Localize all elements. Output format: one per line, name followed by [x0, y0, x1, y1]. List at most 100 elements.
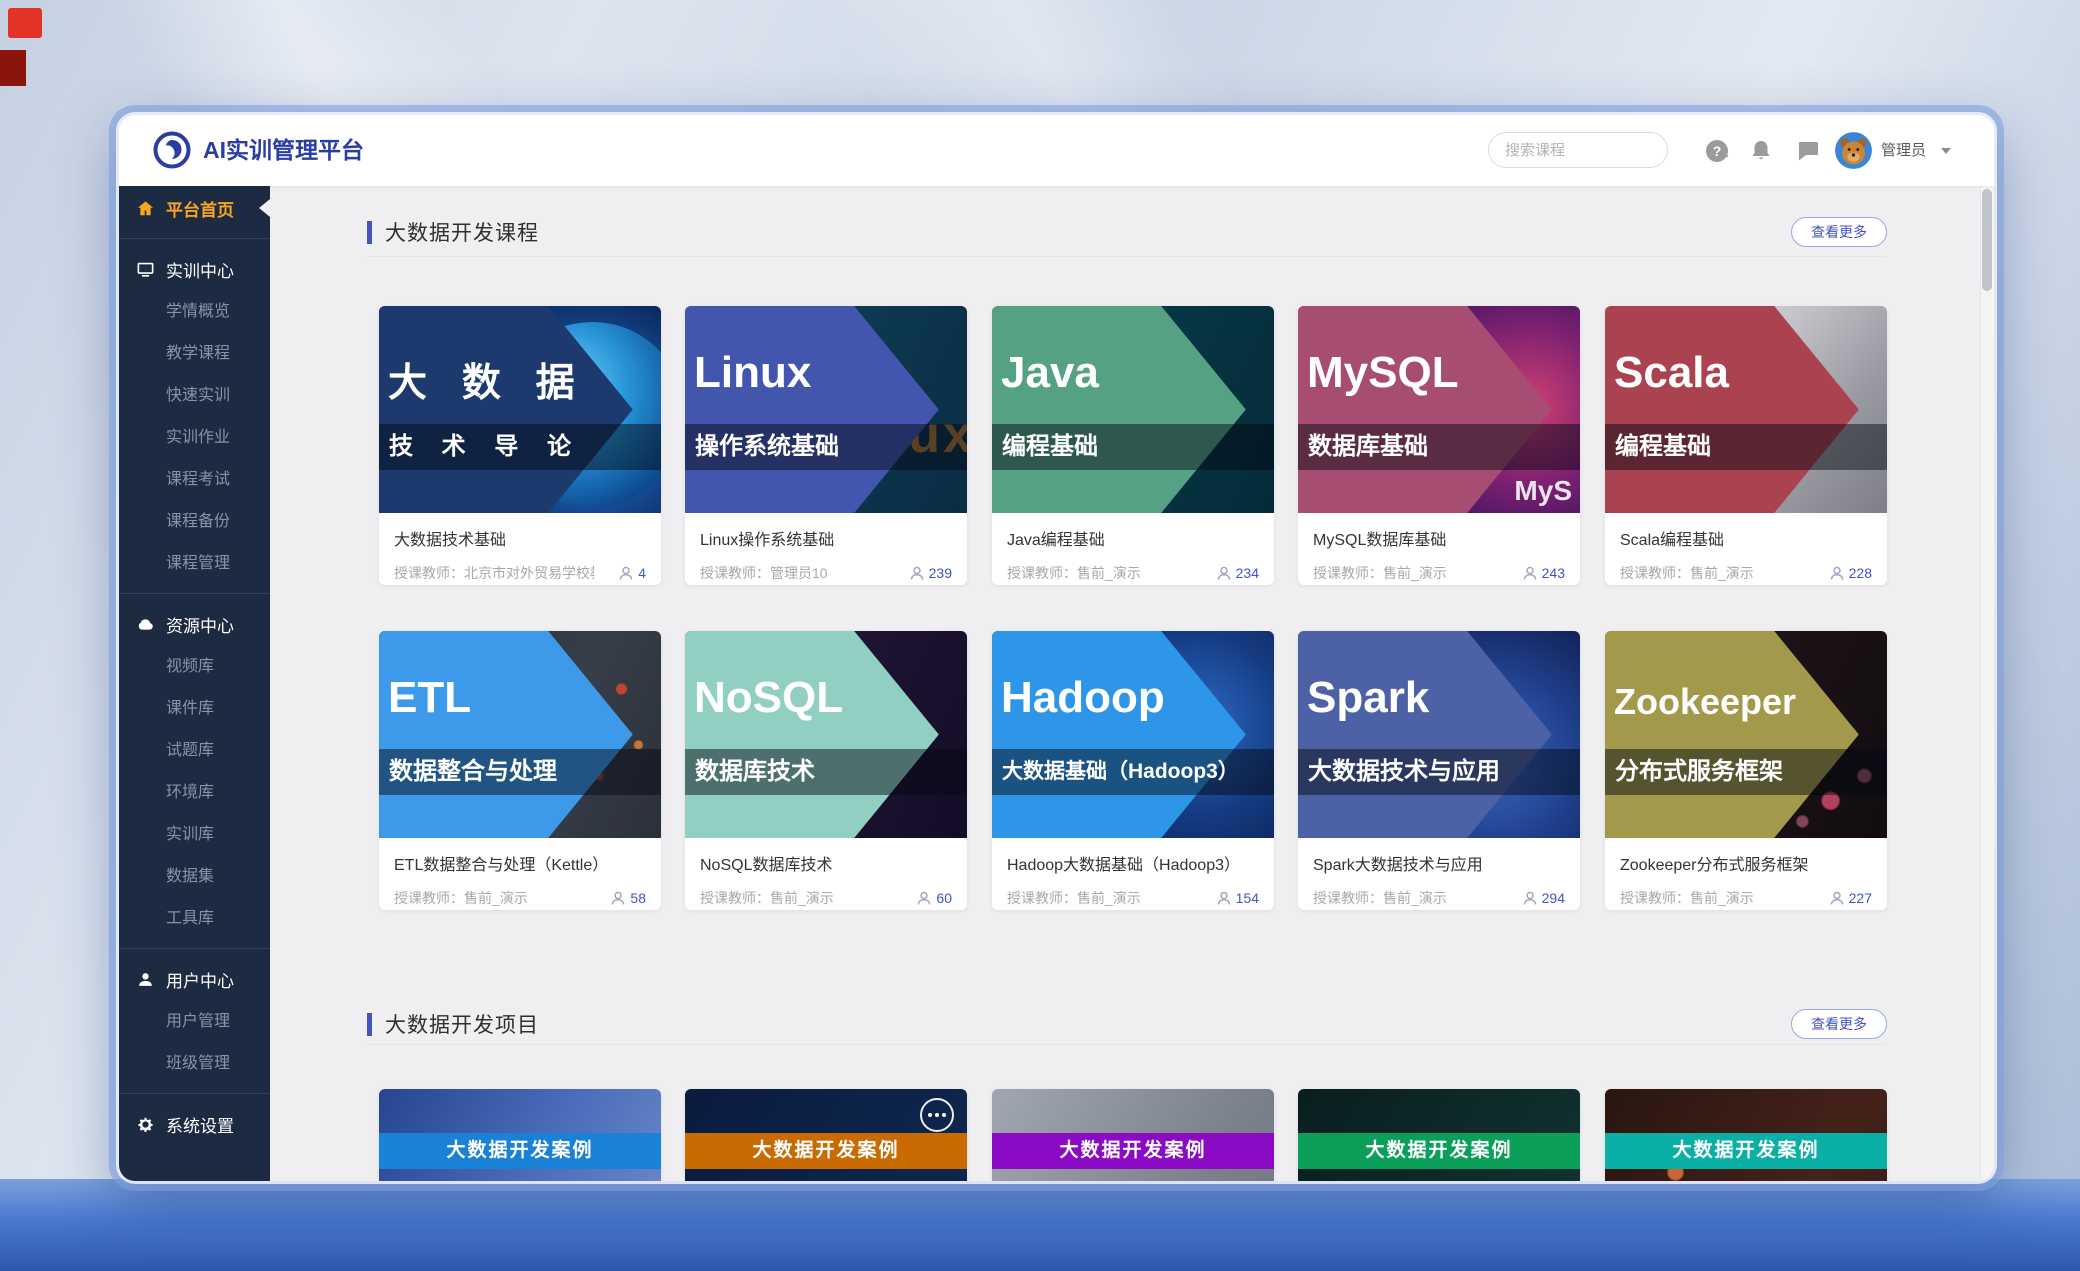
project-card[interactable]: 大数据开发案例: [685, 1089, 967, 1181]
card-title: Spark大数据技术与应用: [1313, 851, 1565, 875]
enrollment-count: 239: [909, 565, 952, 581]
person-icon: [909, 565, 925, 581]
sidebar-item-study-overview[interactable]: 学情概览: [119, 291, 270, 333]
view-more-button[interactable]: 查看更多: [1791, 1009, 1887, 1039]
teacher-label: 授课教师：售前_演示: [1007, 563, 1141, 583]
card-image: 大数据开发案例: [1605, 1089, 1887, 1181]
desktop-wallpaper: AI实训管理平台 ?: [0, 0, 2080, 1271]
more-options-icon[interactable]: [920, 1098, 954, 1132]
notification-bell-icon[interactable]: [1748, 138, 1774, 164]
card-image: 大数据开发案例: [685, 1089, 967, 1181]
sidebar-item-tool-library[interactable]: 工具库: [119, 898, 270, 940]
teacher-label: 授课教师：售前_演示: [394, 888, 528, 908]
sidebar-item-course-exams[interactable]: 课程考试: [119, 459, 270, 501]
chevron-down-icon[interactable]: [1941, 148, 1951, 154]
card-image-subtitle: 数据库基础: [1298, 424, 1580, 470]
teacher-label: 授课教师：售前_演示: [1313, 563, 1447, 583]
sidebar-item-video-library[interactable]: 视频库: [119, 646, 270, 688]
card-image: 大数据技术与应用 Spark: [1298, 631, 1580, 838]
sidebar-item-training-library[interactable]: 实训库: [119, 814, 270, 856]
wallpaper-artifact: [8, 8, 42, 38]
sidebar-divider: [119, 1093, 270, 1094]
card-title: Java编程基础: [1007, 526, 1259, 550]
message-icon[interactable]: [1795, 138, 1821, 164]
view-more-button[interactable]: 查看更多: [1791, 217, 1887, 247]
card-title: 大数据技术基础: [394, 526, 646, 550]
card-image-subtitle: 技 术 导 论: [379, 424, 661, 470]
card-image-subtitle: 编程基础: [992, 424, 1274, 470]
person-icon: [916, 890, 932, 906]
sidebar-item-datasets[interactable]: 数据集: [119, 856, 270, 898]
sidebar-item-quick-training[interactable]: 快速实训: [119, 375, 270, 417]
sidebar-item-environment-library[interactable]: 环境库: [119, 772, 270, 814]
card-image-title: MySQL: [1307, 348, 1459, 398]
course-card[interactable]: 数据库技术 NoSQL NoSQL数据库技术 授课教师：售前_演示 60: [685, 631, 967, 910]
sidebar-group-label: 实训中心: [166, 257, 234, 282]
sidebar-item-course-management[interactable]: 课程管理: [119, 543, 270, 585]
course-card[interactable]: Linux 操作系统基础 Linux Linux操作系统基础 授课教师：管理员1…: [685, 306, 967, 585]
project-card[interactable]: 大数据开发案例: [992, 1089, 1274, 1181]
sidebar-item-class-management[interactable]: 班级管理: [119, 1043, 270, 1085]
section-accent-bar: [367, 221, 372, 244]
course-card[interactable]: 大数据基础（Hadoop3） Hadoop Hadoop大数据基础（Hadoop…: [992, 631, 1274, 910]
background-text: MyS: [1514, 475, 1572, 507]
scrollbar-track[interactable]: [1980, 186, 1994, 1181]
help-icon[interactable]: ?: [1704, 138, 1730, 164]
card-image: 数据库技术 NoSQL: [685, 631, 967, 838]
sidebar-group-user-center[interactable]: 用户中心: [119, 957, 270, 1001]
person-icon: [1522, 565, 1538, 581]
sidebar-item-user-management[interactable]: 用户管理: [119, 1001, 270, 1043]
card-image-subtitle: 分布式服务框架: [1605, 749, 1887, 795]
course-card[interactable]: 数据整合与处理 ETL ETL数据整合与处理（Kettle） 授课教师：售前_演…: [379, 631, 661, 910]
user-avatar[interactable]: [1835, 132, 1872, 169]
card-image: 编程基础 Java: [992, 306, 1274, 513]
course-card[interactable]: 编程基础 Java Java编程基础 授课教师：售前_演示 234: [992, 306, 1274, 585]
sidebar-item-question-library[interactable]: 试题库: [119, 730, 270, 772]
card-image: 大数据开发案例: [1298, 1089, 1580, 1181]
sidebar-item-label: 平台首页: [166, 196, 234, 221]
project-banner: 大数据开发案例: [1605, 1133, 1887, 1169]
card-title: Hadoop大数据基础（Hadoop3）: [1007, 851, 1259, 875]
sidebar-item-courseware-library[interactable]: 课件库: [119, 688, 270, 730]
person-icon: [618, 565, 634, 581]
project-card[interactable]: 大数据开发案例: [1298, 1089, 1580, 1181]
scrollbar-thumb[interactable]: [1982, 189, 1992, 291]
card-image-title: 大 数 据: [388, 352, 587, 408]
sidebar-item-training-homework[interactable]: 实训作业: [119, 417, 270, 459]
project-card[interactable]: 大数据开发案例: [379, 1089, 661, 1181]
course-card[interactable]: 编程基础 Scala Scala编程基础 授课教师：售前_演示 228: [1605, 306, 1887, 585]
course-card[interactable]: 技 术 导 论 大 数 据 大数据技术基础 授课教师：北京市对外贸易学校教...…: [379, 306, 661, 585]
sidebar-item-course-backup[interactable]: 课程备份: [119, 501, 270, 543]
project-banner: 大数据开发案例: [685, 1133, 967, 1169]
app-window: AI实训管理平台 ?: [119, 115, 1994, 1181]
section-title: 大数据开发项目: [385, 1009, 539, 1039]
card-image: 大数据开发案例: [992, 1089, 1274, 1181]
search-input[interactable]: [1489, 142, 1710, 159]
enrollment-count: 58: [610, 890, 646, 906]
enrollment-count: 4: [618, 565, 646, 581]
course-card[interactable]: MyS 数据库基础 MySQL MySQL数据库基础 授课教师：售前_演示 24…: [1298, 306, 1580, 585]
course-section-header: 大数据开发课程 查看更多: [367, 216, 1887, 248]
course-card[interactable]: 分布式服务框架 Zookeeper Zookeeper分布式服务框架 授课教师：…: [1605, 631, 1887, 910]
card-image-title: Zookeeper: [1614, 681, 1796, 723]
card-image-subtitle: 数据库技术: [685, 749, 967, 795]
project-section-header: 大数据开发项目 查看更多: [367, 1008, 1887, 1040]
sidebar-group-training-center[interactable]: 实训中心: [119, 247, 270, 291]
project-card[interactable]: 大数据开发案例: [1605, 1089, 1887, 1181]
sidebar-group-resource-center[interactable]: 资源中心: [119, 602, 270, 646]
user-name[interactable]: 管理员: [1881, 115, 1926, 186]
sidebar-group-label: 系统设置: [166, 1112, 234, 1137]
sidebar-group-label: 用户中心: [166, 967, 234, 992]
person-icon: [1216, 565, 1232, 581]
card-title: Scala编程基础: [1620, 526, 1872, 550]
card-image-subtitle: 数据整合与处理: [379, 749, 661, 795]
card-image-title: Hadoop: [1001, 673, 1165, 723]
wallpaper-artifact: [0, 50, 26, 86]
section-title: 大数据开发课程: [385, 217, 539, 247]
sidebar-item-teaching-courses[interactable]: 教学课程: [119, 333, 270, 375]
sidebar-item-home[interactable]: 平台首页: [119, 186, 270, 230]
course-card[interactable]: 大数据技术与应用 Spark Spark大数据技术与应用 授课教师：售前_演示 …: [1298, 631, 1580, 910]
sidebar-group-system-settings[interactable]: 系统设置: [119, 1102, 270, 1146]
card-image: 大数据基础（Hadoop3） Hadoop: [992, 631, 1274, 838]
teacher-label: 授课教师：管理员10: [700, 563, 828, 583]
